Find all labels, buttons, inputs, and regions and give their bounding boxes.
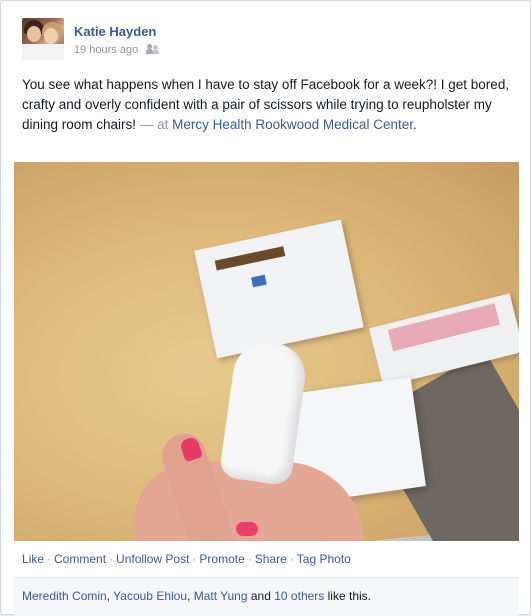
action-separator: · <box>47 552 52 566</box>
post-card: Katie Hayden 19 hours ago You see what h… <box>0 0 531 616</box>
liker-link[interactable]: Matt Yung <box>194 589 248 603</box>
author-name[interactable]: Katie Hayden <box>74 24 156 39</box>
friends-icon-body-2 <box>152 50 160 54</box>
location-link[interactable]: Mercy Health Rookwood Medical Center <box>172 117 413 132</box>
post-text: You see what happens when I have to stay… <box>22 75 518 135</box>
likes-and: and <box>250 589 271 603</box>
comment-link[interactable]: Comment <box>54 552 106 566</box>
action-separator: · <box>289 552 294 566</box>
avatar-shirt <box>22 44 64 60</box>
photo-thumb <box>264 522 324 541</box>
action-separator: · <box>192 552 197 566</box>
liker-link[interactable]: Meredith Comin <box>22 589 107 603</box>
friends-icon-body-1 <box>146 49 154 54</box>
unfollow-post-link[interactable]: Unfollow Post <box>116 552 189 566</box>
tag-photo-link[interactable]: Tag Photo <box>297 552 351 566</box>
others-link[interactable]: 10 others <box>274 589 324 603</box>
avatar-face-2 <box>44 28 58 44</box>
photo-thumbnail-nail <box>236 522 258 536</box>
likes-separator: , <box>106 589 111 603</box>
share-link[interactable]: Share <box>255 552 287 566</box>
likes-suffix: like this. <box>327 589 371 603</box>
action-separator: · <box>109 552 114 566</box>
location-prefix: — at <box>139 117 169 132</box>
location-suffix: . <box>412 117 417 132</box>
post-actions: Like · Comment · Unfollow Post · Promote · Share… <box>22 552 351 566</box>
liker-link[interactable]: Yacoub Ehlou <box>113 589 187 603</box>
photo-syringe-cap <box>251 274 267 288</box>
post-timestamp[interactable]: 19 hours ago <box>74 44 138 56</box>
likes-separator: , <box>187 589 191 603</box>
like-link[interactable]: Like <box>22 552 44 566</box>
avatar[interactable] <box>22 18 64 60</box>
avatar-face-1 <box>27 26 41 42</box>
likes-summary: Meredith Comin, Yacoub Ehlou, Matt Yung … <box>22 589 371 603</box>
post-meta: 19 hours ago <box>74 43 160 56</box>
likes-box: Meredith Comin, Yacoub Ehlou, Matt Yung … <box>14 578 519 616</box>
photo-syringe <box>214 246 286 271</box>
promote-link[interactable]: Promote <box>199 552 244 566</box>
friends-icon[interactable] <box>146 43 160 55</box>
action-separator: · <box>247 552 252 566</box>
post-photo[interactable] <box>14 162 519 541</box>
